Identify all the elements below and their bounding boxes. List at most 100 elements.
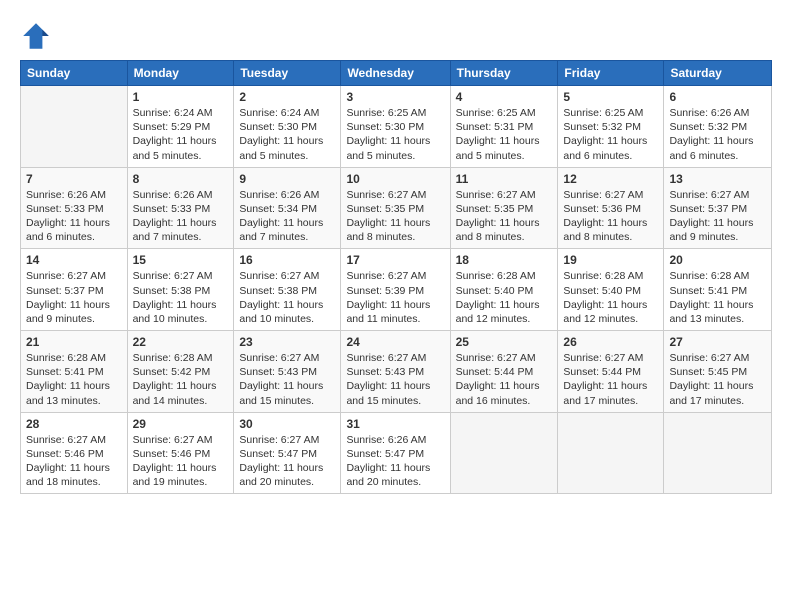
week-row-1: 1Sunrise: 6:24 AMSunset: 5:29 PMDaylight… bbox=[21, 86, 772, 168]
day-number: 28 bbox=[26, 417, 122, 431]
day-number: 15 bbox=[133, 253, 229, 267]
day-cell: 30 Sunrise: 6:27 AMSunset: 5:47 PMDayligh… bbox=[234, 412, 341, 494]
day-info: Sunrise: 6:28 AMSunset: 5:40 PMDaylight:… bbox=[563, 269, 658, 326]
logo bbox=[20, 20, 54, 52]
day-cell: 5 Sunrise: 6:25 AMSunset: 5:32 PMDaylight… bbox=[558, 86, 664, 168]
day-cell: 16Sunrise: 6:27 AMSunset: 5:38 PMDayligh… bbox=[234, 249, 341, 331]
day-number: 13 bbox=[669, 172, 766, 186]
day-number: 3 bbox=[346, 90, 444, 104]
day-number: 24 bbox=[346, 335, 444, 349]
day-number: 19 bbox=[563, 253, 658, 267]
day-cell: 7Sunrise: 6:26 AMSunset: 5:33 PMDaylight… bbox=[21, 167, 128, 249]
day-number: 8 bbox=[133, 172, 229, 186]
day-number: 30 bbox=[239, 417, 335, 431]
day-number: 22 bbox=[133, 335, 229, 349]
day-info: Sunrise: 6:27 AMSunset: 5:44 PMDaylight:… bbox=[563, 351, 658, 408]
day-info: Sunrise: 6:27 AMSunset: 5:43 PMDaylight:… bbox=[239, 351, 335, 408]
day-cell: 14 Sunrise: 6:27 AMSunset: 5:37 PMDayligh… bbox=[21, 249, 128, 331]
day-number: 23 bbox=[239, 335, 335, 349]
day-number: 2 bbox=[239, 90, 335, 104]
day-cell: 8 Sunrise: 6:26 AMSunset: 5:33 PMDaylight… bbox=[127, 167, 234, 249]
day-info: Sunrise: 6:25 AMSunset: 5:30 PMDaylight:… bbox=[346, 106, 444, 163]
day-number: 7 bbox=[26, 172, 122, 186]
day-number: 4 bbox=[456, 90, 553, 104]
day-info: Sunrise: 6:27 AMSunset: 5:44 PMDaylight:… bbox=[456, 351, 553, 408]
week-row-5: 28 Sunrise: 6:27 AMSunset: 5:46 PMDayligh… bbox=[21, 412, 772, 494]
day-cell: 11 Sunrise: 6:27 AMSunset: 5:35 PMDayligh… bbox=[450, 167, 558, 249]
header-row: SundayMondayTuesdayWednesdayThursdayFrid… bbox=[21, 61, 772, 86]
day-number: 9 bbox=[239, 172, 335, 186]
day-number: 20 bbox=[669, 253, 766, 267]
day-cell: 22Sunrise: 6:28 AMSunset: 5:42 PMDayligh… bbox=[127, 331, 234, 413]
day-info: Sunrise: 6:27 AMSunset: 5:39 PMDaylight:… bbox=[346, 269, 444, 326]
header-cell-thursday: Thursday bbox=[450, 61, 558, 86]
day-cell: 25Sunrise: 6:27 AMSunset: 5:44 PMDayligh… bbox=[450, 331, 558, 413]
day-info: Sunrise: 6:24 AMSunset: 5:29 PMDaylight:… bbox=[133, 106, 229, 163]
day-number: 5 bbox=[563, 90, 658, 104]
day-cell: 9 Sunrise: 6:26 AMSunset: 5:34 PMDaylight… bbox=[234, 167, 341, 249]
header-cell-monday: Monday bbox=[127, 61, 234, 86]
header-cell-saturday: Saturday bbox=[664, 61, 772, 86]
day-cell: 13 Sunrise: 6:27 AMSunset: 5:37 PMDayligh… bbox=[664, 167, 772, 249]
week-row-4: 21 Sunrise: 6:28 AMSunset: 5:41 PMDayligh… bbox=[21, 331, 772, 413]
header-cell-wednesday: Wednesday bbox=[341, 61, 450, 86]
day-info: Sunrise: 6:26 AMSunset: 5:33 PMDaylight:… bbox=[133, 188, 229, 245]
page-header bbox=[20, 16, 772, 52]
day-number: 14 bbox=[26, 253, 122, 267]
day-cell: 20 Sunrise: 6:28 AMSunset: 5:41 PMDayligh… bbox=[664, 249, 772, 331]
day-cell: 29Sunrise: 6:27 AMSunset: 5:46 PMDayligh… bbox=[127, 412, 234, 494]
header-cell-sunday: Sunday bbox=[21, 61, 128, 86]
day-info: Sunrise: 6:28 AMSunset: 5:40 PMDaylight:… bbox=[456, 269, 553, 326]
day-number: 26 bbox=[563, 335, 658, 349]
day-cell bbox=[664, 412, 772, 494]
day-info: Sunrise: 6:27 AMSunset: 5:47 PMDaylight:… bbox=[239, 433, 335, 490]
day-info: Sunrise: 6:27 AMSunset: 5:38 PMDaylight:… bbox=[133, 269, 229, 326]
calendar-header: SundayMondayTuesdayWednesdayThursdayFrid… bbox=[21, 61, 772, 86]
day-info: Sunrise: 6:24 AMSunset: 5:30 PMDaylight:… bbox=[239, 106, 335, 163]
day-info: Sunrise: 6:27 AMSunset: 5:46 PMDaylight:… bbox=[133, 433, 229, 490]
logo-icon bbox=[20, 20, 52, 52]
day-cell bbox=[21, 86, 128, 168]
day-info: Sunrise: 6:26 AMSunset: 5:32 PMDaylight:… bbox=[669, 106, 766, 163]
day-number: 12 bbox=[563, 172, 658, 186]
day-number: 18 bbox=[456, 253, 553, 267]
day-cell: 15 Sunrise: 6:27 AMSunset: 5:38 PMDayligh… bbox=[127, 249, 234, 331]
day-cell bbox=[558, 412, 664, 494]
day-info: Sunrise: 6:28 AMSunset: 5:41 PMDaylight:… bbox=[669, 269, 766, 326]
day-cell: 24 Sunrise: 6:27 AMSunset: 5:43 PMDayligh… bbox=[341, 331, 450, 413]
day-info: Sunrise: 6:27 AMSunset: 5:43 PMDaylight:… bbox=[346, 351, 444, 408]
day-info: Sunrise: 6:25 AMSunset: 5:32 PMDaylight:… bbox=[563, 106, 658, 163]
day-cell: 4 Sunrise: 6:25 AMSunset: 5:31 PMDaylight… bbox=[450, 86, 558, 168]
day-cell: 3 Sunrise: 6:25 AMSunset: 5:30 PMDaylight… bbox=[341, 86, 450, 168]
day-number: 11 bbox=[456, 172, 553, 186]
week-row-2: 7 Sunrise: 6:26 AMSunset: 5:33 PMDaylight… bbox=[21, 167, 772, 249]
day-cell: 17 Sunrise: 6:27 AMSunset: 5:39 PMDayligh… bbox=[341, 249, 450, 331]
day-number: 21 bbox=[26, 335, 122, 349]
day-info: Sunrise: 6:25 AMSunset: 5:31 PMDaylight:… bbox=[456, 106, 553, 163]
day-number: 31 bbox=[346, 417, 444, 431]
day-info: Sunrise: 6:27 AMSunset: 5:35 PMDaylight:… bbox=[346, 188, 444, 245]
day-info: Sunrise: 6:27 AMSunset: 5:45 PMDaylight:… bbox=[669, 351, 766, 408]
day-info: Sunrise: 6:27 AMSunset: 5:37 PMDaylight:… bbox=[669, 188, 766, 245]
day-number: 17 bbox=[346, 253, 444, 267]
day-cell: 18 Sunrise: 6:28 AMSunset: 5:40 PMDayligh… bbox=[450, 249, 558, 331]
day-cell: 6Sunrise: 6:26 AMSunset: 5:32 PMDaylight… bbox=[664, 86, 772, 168]
day-info: Sunrise: 6:27 AMSunset: 5:37 PMDaylight:… bbox=[26, 269, 122, 326]
day-number: 27 bbox=[669, 335, 766, 349]
day-cell: 10Sunrise: 6:27 AMSunset: 5:35 PMDayligh… bbox=[341, 167, 450, 249]
day-cell: 1Sunrise: 6:24 AMSunset: 5:29 PMDaylight… bbox=[127, 86, 234, 168]
day-info: Sunrise: 6:26 AMSunset: 5:34 PMDaylight:… bbox=[239, 188, 335, 245]
calendar-table: SundayMondayTuesdayWednesdayThursdayFrid… bbox=[20, 60, 772, 494]
day-cell: 26 Sunrise: 6:27 AMSunset: 5:44 PMDayligh… bbox=[558, 331, 664, 413]
day-info: Sunrise: 6:27 AMSunset: 5:35 PMDaylight:… bbox=[456, 188, 553, 245]
day-cell: 28 Sunrise: 6:27 AMSunset: 5:46 PMDayligh… bbox=[21, 412, 128, 494]
day-cell: 31Sunrise: 6:26 AMSunset: 5:47 PMDayligh… bbox=[341, 412, 450, 494]
day-cell bbox=[450, 412, 558, 494]
week-row-3: 14 Sunrise: 6:27 AMSunset: 5:37 PMDayligh… bbox=[21, 249, 772, 331]
day-info: Sunrise: 6:28 AMSunset: 5:41 PMDaylight:… bbox=[26, 351, 122, 408]
day-info: Sunrise: 6:27 AMSunset: 5:46 PMDaylight:… bbox=[26, 433, 122, 490]
day-info: Sunrise: 6:27 AMSunset: 5:36 PMDaylight:… bbox=[563, 188, 658, 245]
header-cell-tuesday: Tuesday bbox=[234, 61, 341, 86]
day-info: Sunrise: 6:27 AMSunset: 5:38 PMDaylight:… bbox=[239, 269, 335, 326]
calendar-body: 1Sunrise: 6:24 AMSunset: 5:29 PMDaylight… bbox=[21, 86, 772, 494]
